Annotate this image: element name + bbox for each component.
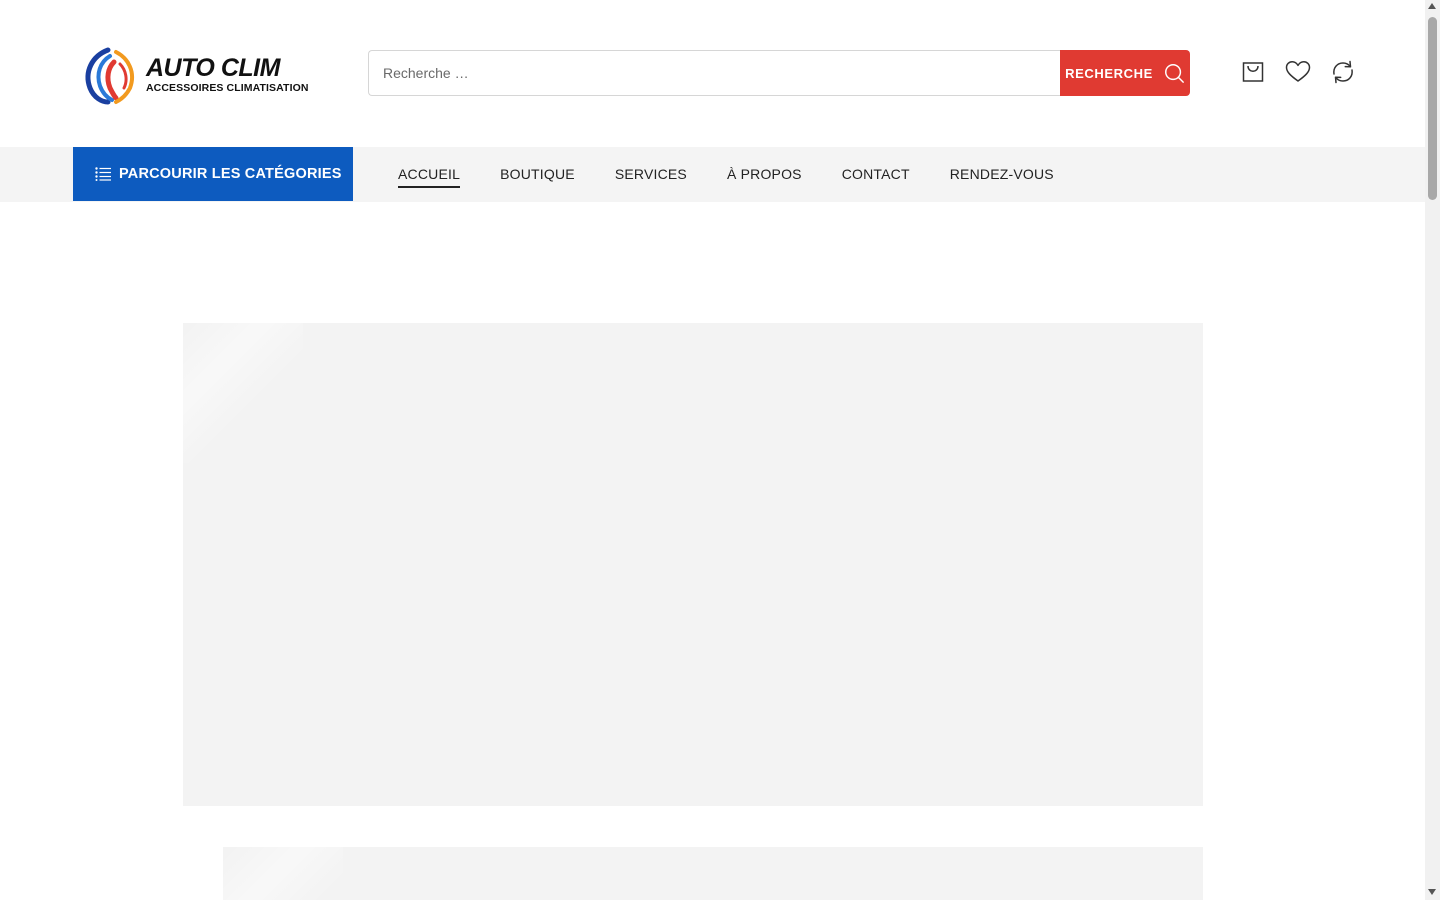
search-button-label: RECHERCHE: [1065, 65, 1153, 81]
page-scrollbar[interactable]: [1425, 0, 1440, 900]
scroll-down-arrow-icon[interactable]: [1428, 889, 1436, 895]
primary-menu: ACCUEIL BOUTIQUE SERVICES À PROPOS CONTA…: [398, 147, 1054, 201]
list-icon: [95, 167, 111, 181]
menu-item-services[interactable]: SERVICES: [615, 162, 687, 186]
menu-item-accueil[interactable]: ACCUEIL: [398, 162, 461, 188]
search-icon: [1164, 64, 1184, 83]
logo-mark-icon: [85, 47, 135, 105]
search-button[interactable]: RECHERCHE: [1060, 50, 1190, 96]
page: AUTO CLIM ACCESSOIRES CLIMATISATION RECH…: [0, 0, 1440, 900]
search-form: RECHERCHE: [368, 50, 1190, 96]
header-actions: [1240, 59, 1356, 85]
scroll-up-arrow-icon[interactable]: [1428, 3, 1436, 9]
cart-icon[interactable]: [1240, 59, 1266, 85]
menu-item-a-propos[interactable]: À PROPOS: [727, 162, 802, 186]
header: AUTO CLIM ACCESSOIRES CLIMATISATION RECH…: [0, 0, 1425, 147]
search-input[interactable]: [368, 50, 1060, 96]
menu-item-contact[interactable]: CONTACT: [842, 162, 910, 186]
compare-icon[interactable]: [1330, 59, 1356, 85]
browse-categories-button[interactable]: PARCOURIR LES CATÉGORIES: [73, 147, 353, 201]
menu-item-boutique[interactable]: BOUTIQUE: [500, 162, 575, 186]
browse-categories-label: PARCOURIR LES CATÉGORIES: [119, 166, 342, 182]
heart-icon[interactable]: [1285, 59, 1311, 85]
logo-title: AUTO CLIM: [146, 54, 280, 83]
hero-image-placeholder: [183, 323, 1203, 806]
logo-text: AUTO CLIM ACCESSOIRES CLIMATISATION: [146, 56, 309, 94]
content-image-placeholder: [223, 847, 1203, 900]
site-logo[interactable]: AUTO CLIM ACCESSOIRES CLIMATISATION: [78, 44, 318, 106]
scrollbar-thumb[interactable]: [1428, 17, 1437, 200]
menu-item-rendez-vous[interactable]: RENDEZ-VOUS: [950, 162, 1054, 186]
logo-subtitle: ACCESSOIRES CLIMATISATION: [146, 82, 309, 95]
main-navbar: PARCOURIR LES CATÉGORIES ACCUEIL BOUTIQU…: [0, 147, 1425, 202]
